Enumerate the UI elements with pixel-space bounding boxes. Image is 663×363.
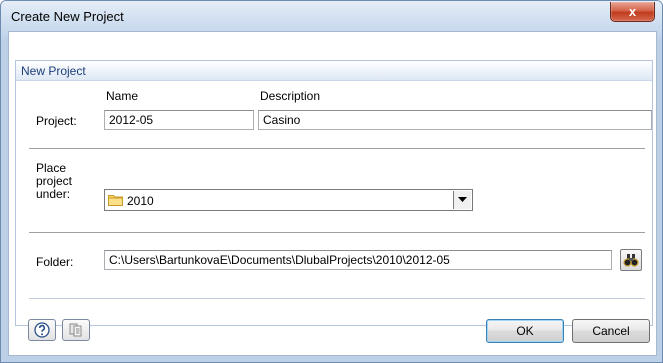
help-button[interactable]	[28, 319, 56, 341]
dialog-title: Create New Project	[11, 9, 124, 24]
separator	[29, 148, 645, 150]
parent-folder-select[interactable]: 2010	[104, 189, 473, 211]
group-title: New Project	[21, 64, 86, 78]
footer-separator	[29, 298, 645, 300]
description-column-header: Description	[260, 89, 321, 103]
place-project-label: Place project under:	[36, 161, 73, 201]
folder-label: Folder:	[36, 255, 74, 269]
folder-path-input[interactable]: C:\Users\BartunkovaE\Documents\DlubalPro…	[104, 250, 612, 270]
separator	[29, 232, 645, 234]
binoculars-icon	[623, 254, 639, 267]
group-header: New Project	[16, 61, 652, 81]
browse-button[interactable]	[620, 249, 642, 271]
name-column-header: Name	[106, 89, 139, 103]
selected-folder: 2010	[127, 194, 154, 208]
close-icon: x	[628, 4, 637, 19]
dialog-body: New Project Name Description Project: 20…	[8, 31, 657, 356]
title-bar[interactable]: Create New Project x	[1, 1, 662, 35]
cancel-button[interactable]: Cancel	[572, 319, 650, 343]
project-description-input[interactable]: Casino	[258, 110, 652, 130]
create-project-dialog: Create New Project x New Project Name De…	[0, 0, 663, 363]
project-name-input[interactable]: 2012-05	[104, 110, 254, 130]
chevron-down-icon	[458, 197, 467, 202]
project-label: Project:	[36, 114, 77, 128]
close-button[interactable]: x	[610, 2, 655, 22]
details-button[interactable]	[62, 319, 90, 341]
folder-icon	[108, 195, 123, 206]
help-icon	[34, 322, 50, 338]
ok-button[interactable]: OK	[486, 319, 564, 343]
dropdown-button[interactable]	[453, 191, 471, 209]
details-icon	[69, 323, 82, 337]
